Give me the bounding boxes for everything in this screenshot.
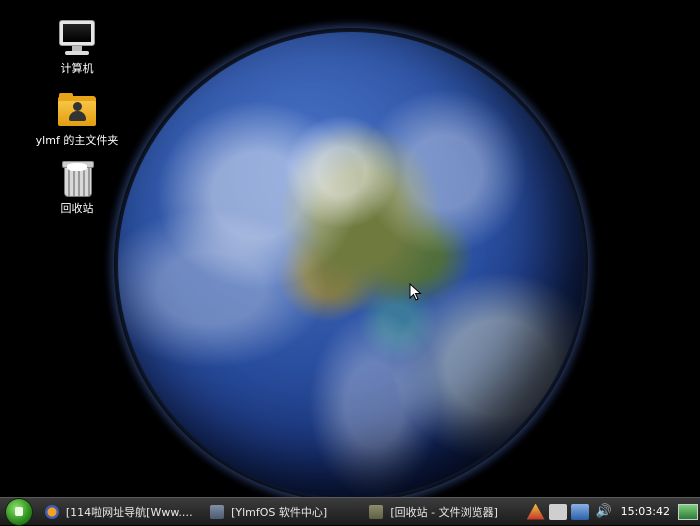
alert-icon[interactable] — [526, 503, 545, 520]
show-desktop-icon[interactable] — [678, 503, 698, 520]
desktop-icon-label: ylmf 的主文件夹 — [35, 134, 119, 147]
keyboard-icon[interactable] — [548, 503, 567, 520]
taskbar-item-software-center[interactable]: [YlmfOS 软件中心] — [206, 501, 363, 523]
taskbar-item-label: [YlmfOS 软件中心] — [231, 505, 328, 519]
desktop-icon-home-folder[interactable]: ylmf 的主文件夹 — [27, 90, 127, 148]
volume-icon[interactable]: 🔊 — [593, 504, 615, 520]
home-folder-icon — [57, 90, 97, 130]
trash-icon — [57, 158, 97, 198]
desktop-icon-label: 计算机 — [60, 62, 94, 75]
firefox-icon — [44, 504, 59, 519]
network-icon[interactable] — [570, 503, 589, 520]
mouse-cursor-icon — [409, 283, 422, 301]
taskbar-item-file-browser[interactable]: [回收站 - 文件浏览器] — [365, 501, 524, 523]
desktop: 计算机 ylmf 的主文件夹 回收站 — [0, 0, 700, 497]
desktop-icon-computer[interactable]: 计算机 — [27, 18, 127, 76]
software-center-icon — [210, 504, 225, 519]
start-menu-icon[interactable] — [5, 497, 33, 526]
clock[interactable]: 15:03:42 — [621, 505, 670, 518]
file-browser-icon — [369, 504, 384, 519]
system-tray: 🔊 15:03:42 — [525, 498, 700, 526]
taskbar: [114啦网址导航[Www.… [YlmfOS 软件中心] [回收站 - 文件浏… — [0, 497, 700, 526]
taskbar-item-label: [114啦网址导航[Www.… — [65, 505, 193, 519]
computer-icon — [57, 18, 97, 58]
desktop-icon-trash[interactable]: 回收站 — [27, 158, 127, 216]
taskbar-item-browser[interactable]: [114啦网址导航[Www.… — [41, 501, 200, 523]
taskbar-item-label: [回收站 - 文件浏览器] — [390, 505, 498, 519]
earth-wallpaper — [118, 32, 584, 497]
desktop-icon-label: 回收站 — [60, 202, 94, 215]
